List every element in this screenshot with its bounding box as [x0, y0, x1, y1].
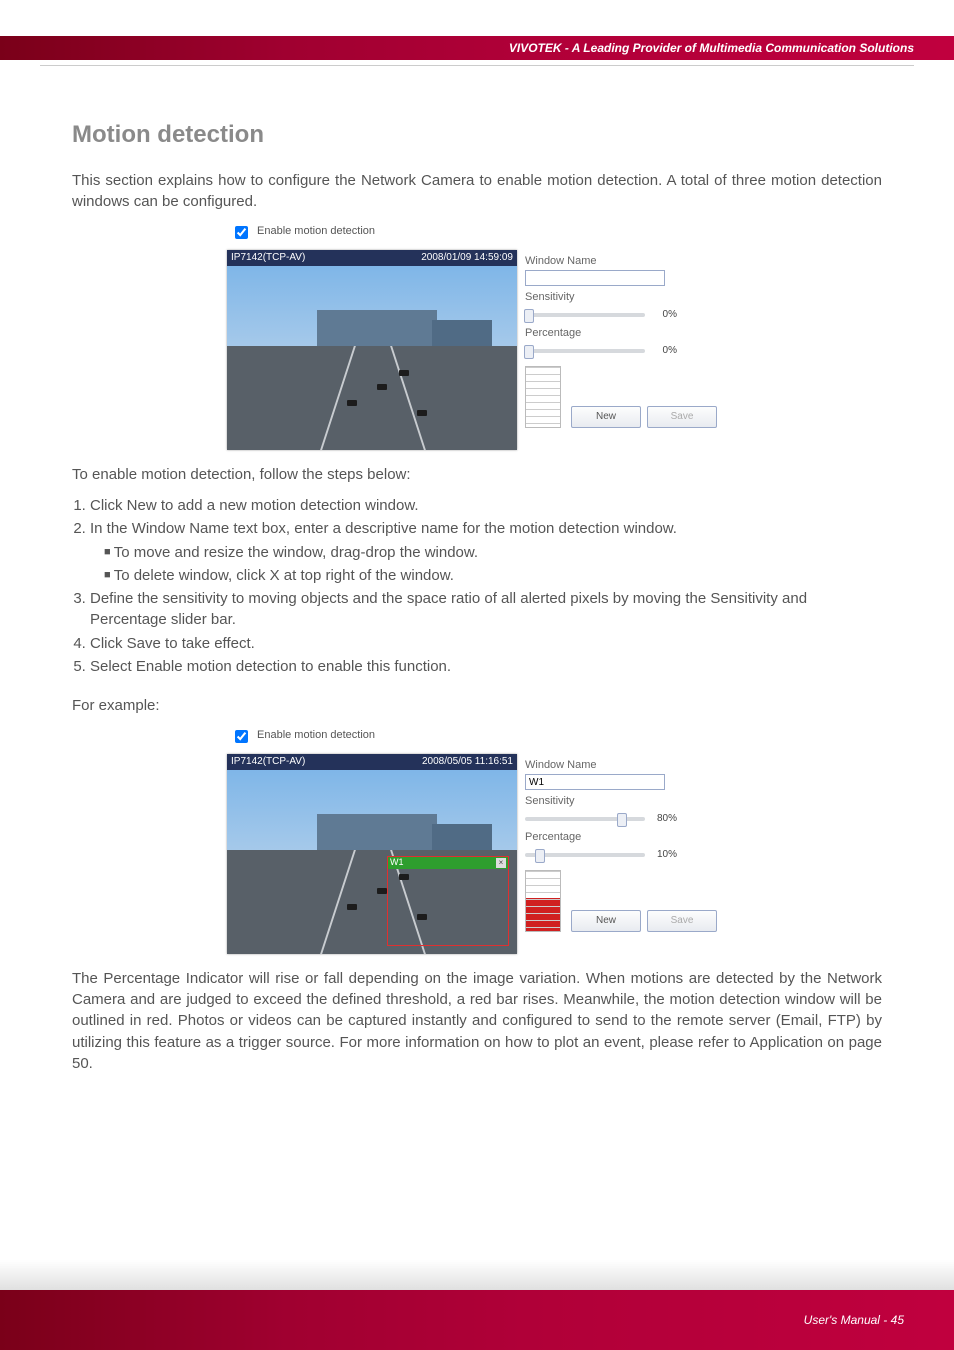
sensitivity-label: Sensitivity [525, 290, 727, 306]
percentage-label: Percentage [525, 830, 727, 846]
save-button[interactable]: Save [647, 910, 717, 932]
section-title: Motion detection [72, 118, 882, 152]
motion-ui-mock-1: Enable motion detection IP7142(TCP-AV) 2… [227, 223, 727, 450]
save-button[interactable]: Save [647, 406, 717, 428]
camera-name: IP7142(TCP-AV) [231, 755, 305, 769]
step-3: Define the sensitivity to moving objects… [90, 588, 882, 631]
video-preview: IP7142(TCP-AV) 2008/01/09 14:59:09 [227, 250, 517, 450]
step-2b: To delete window, click X at top right o… [104, 565, 882, 586]
sensitivity-value: 0% [651, 308, 677, 322]
header-tagline: VIVOTEK - A Leading Provider of Multimed… [509, 41, 914, 55]
percentage-value: 0% [651, 344, 677, 358]
percentage-indicator [525, 366, 561, 428]
content: Motion detection This section explains h… [0, 60, 954, 1074]
step-2a: To move and resize the window, drag-drop… [104, 542, 882, 563]
window-name-input[interactable] [525, 774, 665, 790]
enable-motion-checkbox[interactable] [235, 730, 248, 743]
sensitivity-slider[interactable] [525, 817, 645, 821]
new-button[interactable]: New [571, 910, 641, 932]
steps-list: Click New to add a new motion detection … [72, 495, 882, 677]
video-title-bar: IP7142(TCP-AV) 2008/05/05 11:16:51 [227, 754, 517, 770]
camera-name: IP7142(TCP-AV) [231, 251, 305, 265]
percentage-indicator [525, 870, 561, 932]
video-timestamp: 2008/05/05 11:16:51 [422, 755, 513, 769]
step-5: Select Enable motion detection to enable… [90, 656, 882, 677]
top-bar: VIVOTEK - A Leading Provider of Multimed… [0, 0, 954, 60]
enable-motion-row[interactable]: Enable motion detection [231, 727, 727, 746]
video-timestamp: 2008/01/09 14:59:09 [421, 251, 513, 265]
enable-motion-label: Enable motion detection [257, 728, 375, 744]
header-band: VIVOTEK - A Leading Provider of Multimed… [0, 36, 954, 60]
window-name-label: Window Name [525, 758, 727, 774]
steps-lead: To enable motion detection, follow the s… [72, 464, 882, 485]
explanation-paragraph: The Percentage Indicator will rise or fa… [72, 968, 882, 1074]
sensitivity-label: Sensitivity [525, 794, 727, 810]
intro-paragraph: This section explains how to configure t… [72, 170, 882, 213]
video-title-bar: IP7142(TCP-AV) 2008/01/09 14:59:09 [227, 250, 517, 266]
sensitivity-value: 80% [651, 812, 677, 826]
step-2-text: In the Window Name text box, enter a des… [90, 520, 677, 537]
enable-motion-label: Enable motion detection [257, 224, 375, 240]
enable-motion-checkbox[interactable] [235, 226, 248, 239]
footer-text: User's Manual - 45 [804, 1313, 904, 1327]
enable-motion-row[interactable]: Enable motion detection [231, 223, 727, 242]
sensitivity-slider[interactable] [525, 313, 645, 317]
percentage-label: Percentage [525, 326, 727, 342]
step-1: Click New to add a new motion detection … [90, 495, 882, 516]
step-2: In the Window Name text box, enter a des… [90, 518, 882, 586]
percentage-value: 10% [651, 848, 677, 862]
step-4: Click Save to take effect. [90, 633, 882, 654]
close-icon[interactable]: × [496, 858, 506, 868]
detection-window[interactable]: W1 × [387, 856, 509, 946]
video-preview: IP7142(TCP-AV) 2008/05/05 11:16:51 W1 × [227, 754, 517, 954]
header-rule [40, 65, 914, 66]
window-name-label: Window Name [525, 254, 727, 270]
window-name-input[interactable] [525, 270, 665, 286]
detection-window-label: W1 [390, 856, 404, 869]
new-button[interactable]: New [571, 406, 641, 428]
page: VIVOTEK - A Leading Provider of Multimed… [0, 0, 954, 1350]
control-pane: Window Name Sensitivity 80% Percentage 1… [525, 754, 727, 954]
footer-shadow [0, 1260, 954, 1290]
percentage-slider[interactable] [525, 349, 645, 353]
example-label: For example: [72, 695, 882, 716]
motion-ui-mock-2: Enable motion detection IP7142(TCP-AV) 2… [227, 727, 727, 954]
footer-band: User's Manual - 45 [0, 1290, 954, 1350]
percentage-slider[interactable] [525, 853, 645, 857]
control-pane: Window Name Sensitivity 0% Percentage 0% [525, 250, 727, 450]
